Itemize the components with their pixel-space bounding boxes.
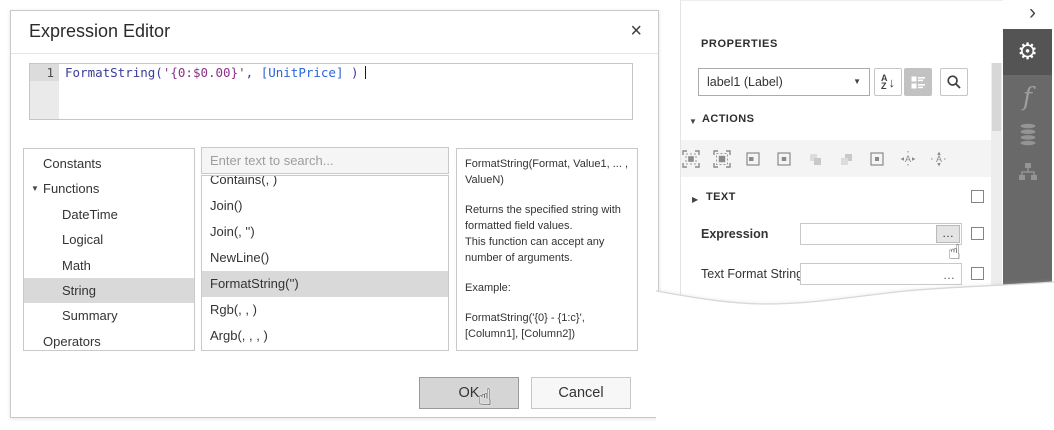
text-format-string-label: Text Format String — [701, 267, 803, 281]
function-fx-icon: f — [1023, 82, 1032, 111]
center-horizontally-icon[interactable]: A — [899, 150, 917, 168]
description-signature: FormatString(Format, Value1, ... , Value… — [465, 157, 629, 189]
line-number: 1 — [30, 64, 59, 81]
category-tree: Constants ▼ Functions DateTime Logical M… — [23, 148, 195, 351]
category-view-button[interactable] — [904, 68, 932, 96]
text-format-string-field: … — [800, 263, 962, 285]
expression-editor-dialog: Expression Editor × 1 FormatString('{0:$… — [10, 10, 659, 418]
hierarchy-tree-icon — [1017, 161, 1039, 183]
line-number-gutter: 1 — [30, 64, 59, 119]
list-item-contains[interactable]: Contains(, ) — [202, 175, 448, 193]
list-item-rgb[interactable]: Rgb(, , ) — [202, 297, 448, 323]
tree-item-string[interactable]: String — [24, 278, 194, 303]
description-example: FormatString('{0} - {1:c}', [Column1], [… — [465, 311, 629, 343]
tree-item-logical[interactable]: Logical — [24, 227, 194, 252]
fit-size-icon[interactable] — [713, 150, 731, 168]
collapse-arrow-icon[interactable]: ▼ — [689, 117, 697, 126]
svg-text:A: A — [905, 154, 911, 164]
expression-label: Expression — [701, 227, 768, 241]
code-function-token: FormatString( — [65, 65, 163, 80]
tree-item-operators[interactable]: Operators — [24, 329, 194, 354]
code-line[interactable]: FormatString('{0:$0.00}', [UnitPrice] ) — [59, 64, 366, 119]
properties-scrollbar[interactable] — [991, 63, 1002, 291]
control-selector-dropdown[interactable]: label1 (Label) ▼ — [698, 68, 870, 96]
code-string-token: '{0:$0.00}' — [163, 65, 246, 80]
close-icon[interactable]: × — [630, 19, 642, 43]
tree-item-summary[interactable]: Summary — [24, 303, 194, 328]
actions-section-header[interactable]: ACTIONS — [702, 113, 754, 125]
description-example-label: Example: — [465, 281, 629, 297]
search-icon — [946, 74, 962, 90]
list-item-newline[interactable]: NewLine() — [202, 245, 448, 271]
screen: Expression Editor × 1 FormatString('{0:$… — [0, 0, 1054, 430]
search-input[interactable] — [202, 148, 448, 173]
control-selector-value: label1 (Label) — [707, 75, 783, 89]
tree-item-datetime[interactable]: DateTime — [24, 202, 194, 227]
ok-button[interactable]: OK — [419, 377, 519, 409]
list-item-argb[interactable]: Argb(, , , ) — [202, 323, 448, 349]
function-description: FormatString(Format, Value1, ... , Value… — [456, 148, 638, 351]
expression-ellipsis-button[interactable]: … — [936, 225, 960, 243]
description-body: Returns the specified string with format… — [465, 203, 629, 267]
tab-expressions[interactable]: f — [1003, 81, 1052, 111]
category-view-icon — [910, 74, 926, 90]
sort-az-button[interactable]: AZ ↓ — [874, 68, 902, 96]
sort-az-icon: AZ ↓ — [881, 74, 895, 90]
text-format-string-input[interactable] — [801, 264, 961, 284]
send-to-back-icon — [837, 150, 855, 168]
text-section-checkbox[interactable] — [971, 190, 984, 203]
properties-panel: PROPERTIES label1 (Label) ▼ AZ ↓ — [680, 0, 1003, 300]
list-item-join2[interactable]: Join(, '') — [202, 219, 448, 245]
code-field-token: [UnitPrice] — [253, 65, 343, 80]
chevron-down-icon: ▼ — [853, 69, 861, 95]
properties-header: PROPERTIES — [701, 38, 778, 50]
collapse-panel-icon[interactable]: › — [1029, 1, 1036, 25]
fit-width-icon[interactable] — [682, 150, 700, 168]
list-item-formatstring[interactable]: FormatString('') — [202, 271, 448, 297]
expression-code-editor[interactable]: 1 FormatString('{0:$0.00}', [UnitPrice] … — [29, 63, 633, 120]
svg-text:A: A — [936, 154, 942, 164]
tab-report-explorer[interactable] — [1003, 157, 1052, 187]
align-center-icon[interactable] — [775, 150, 793, 168]
expression-checkbox[interactable] — [971, 227, 984, 240]
scrollbar-thumb[interactable] — [992, 63, 1001, 131]
expand-arrow-icon[interactable]: ▼ — [31, 176, 39, 201]
text-format-checkbox[interactable] — [971, 267, 984, 280]
function-search-box — [201, 147, 449, 174]
gear-icon: ⚙ — [1017, 39, 1038, 65]
list-item-join[interactable]: Join() — [202, 193, 448, 219]
center-vertically-icon[interactable]: A — [930, 150, 948, 168]
text-section-header[interactable]: TEXT — [706, 191, 736, 203]
text-format-ellipsis-button[interactable]: … — [943, 266, 955, 284]
align-middle-icon[interactable] — [868, 150, 886, 168]
search-properties-button[interactable] — [940, 68, 968, 96]
cancel-button[interactable]: Cancel — [531, 377, 631, 409]
tab-field-list[interactable] — [1003, 119, 1052, 149]
expression-field: … — [800, 223, 962, 245]
expand-arrow-icon[interactable]: ▶ — [692, 195, 698, 204]
actions-toolbar: A A — [681, 140, 991, 177]
tree-item-math[interactable]: Math — [24, 253, 194, 278]
dialog-header: Expression Editor × — [11, 11, 658, 54]
align-left-icon[interactable] — [744, 150, 762, 168]
bring-to-front-icon — [806, 150, 824, 168]
dialog-title: Expression Editor — [29, 21, 170, 42]
text-caret — [365, 66, 366, 79]
designer-side-toolbar: ⚙ f — [1003, 29, 1052, 297]
tab-properties[interactable]: ⚙ — [1003, 29, 1052, 75]
tree-item-functions[interactable]: ▼ Functions — [24, 176, 194, 201]
tree-item-constants[interactable]: Constants — [24, 151, 194, 176]
function-list: Contains(, ) Join() Join(, '') NewLine()… — [201, 175, 449, 351]
database-icon — [1017, 122, 1039, 146]
code-close-token: ) — [343, 65, 358, 80]
